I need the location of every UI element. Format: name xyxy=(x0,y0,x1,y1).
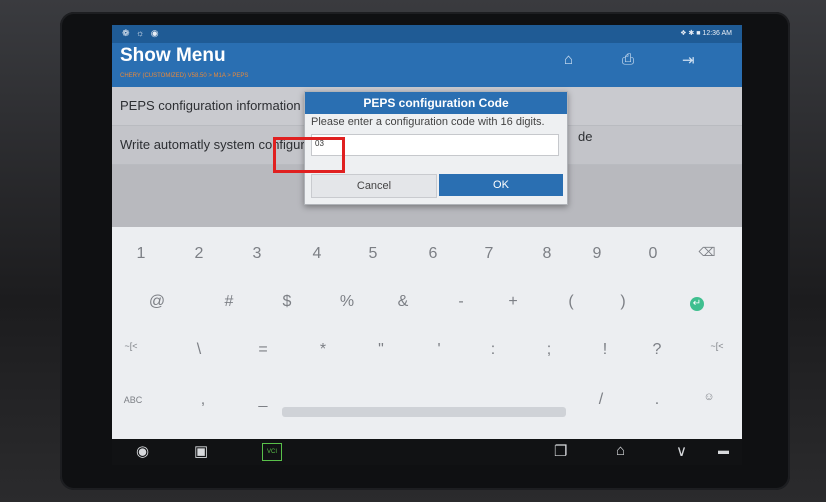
key-underscore[interactable]: _ xyxy=(248,391,278,409)
key-1[interactable]: 1 xyxy=(126,245,156,263)
print-icon[interactable]: ⎙ xyxy=(622,51,634,68)
key-6[interactable]: 6 xyxy=(418,245,448,263)
back-icon[interactable]: ∨ xyxy=(676,442,687,460)
key-percent[interactable]: % xyxy=(332,293,362,311)
key-abc[interactable]: ABC xyxy=(118,395,148,405)
keyboard-row-punct: ~[< \ = * " ' : ; ! ? ~[< xyxy=(112,341,742,381)
enter-glyph: ↵ xyxy=(690,297,704,311)
emoji-icon[interactable]: ☺ xyxy=(694,391,724,403)
key-slash[interactable]: / xyxy=(586,391,616,409)
home-icon[interactable]: ⌂ xyxy=(564,51,573,68)
key-equals[interactable]: = xyxy=(248,341,278,359)
key-exclamation[interactable]: ! xyxy=(590,341,620,359)
dialog-prompt: Please enter a configuration code with 1… xyxy=(311,116,545,128)
key-semicolon[interactable]: ; xyxy=(534,341,564,359)
keyboard-row-bottom: ABC , _ / . ☺ xyxy=(112,391,742,431)
key-close-paren[interactable]: ) xyxy=(608,293,638,311)
exit-icon[interactable]: ⇥ xyxy=(682,51,695,69)
status-icons-right: ❖ ✱ ■ xyxy=(680,30,701,37)
backspace-icon[interactable]: ⌫ xyxy=(692,245,722,259)
recent-apps-icon[interactable]: ❐ xyxy=(554,442,567,460)
key-double-quote[interactable]: " xyxy=(366,341,396,359)
config-code-input[interactable]: 03 xyxy=(311,134,559,156)
gallery-icon[interactable]: ▣ xyxy=(194,442,208,460)
status-right: ❖ ✱ ■ 12:36 AM xyxy=(680,29,732,37)
tablet-screen: ❁ ☼ ◉ ❖ ✱ ■ 12:36 AM Show Menu CHERY (CU… xyxy=(112,25,742,465)
key-at[interactable]: @ xyxy=(142,293,172,311)
space-bar[interactable] xyxy=(282,407,566,417)
key-backslash[interactable]: \ xyxy=(184,341,214,359)
key-minus[interactable]: - xyxy=(446,293,476,311)
key-3[interactable]: 3 xyxy=(242,245,272,263)
android-nav-bar: ◉ ▣ VCI ❐ ⌂ ∨ ▬ xyxy=(112,439,742,465)
key-switch-left[interactable]: ~[< xyxy=(116,341,146,351)
key-5[interactable]: 5 xyxy=(358,245,388,263)
keyboard-row-numbers: 1 2 3 4 5 6 7 8 9 0 ⌫ xyxy=(112,245,742,285)
key-plus[interactable]: + xyxy=(498,293,528,311)
key-colon[interactable]: : xyxy=(478,341,508,359)
key-dollar[interactable]: $ xyxy=(272,293,302,311)
ok-button[interactable]: OK xyxy=(439,174,563,196)
key-hash[interactable]: # xyxy=(214,293,244,311)
cancel-button[interactable]: Cancel xyxy=(311,174,437,198)
key-single-quote[interactable]: ' xyxy=(424,341,454,359)
key-comma[interactable]: , xyxy=(188,391,218,409)
occluded-text: de xyxy=(578,129,593,144)
status-icons-left: ❁ ☼ ◉ xyxy=(122,28,161,38)
key-9[interactable]: 9 xyxy=(582,245,612,263)
dialog-title: PEPS configuration Code xyxy=(305,92,567,114)
soft-keyboard: 1 2 3 4 5 6 7 8 9 0 ⌫ @ # $ % & - + ( ) … xyxy=(112,227,742,439)
key-4[interactable]: 4 xyxy=(302,245,332,263)
app-header: Show Menu CHERY (CUSTOMIZED) V58.50 > M1… xyxy=(112,43,742,87)
status-bar: ❁ ☼ ◉ ❖ ✱ ■ 12:36 AM xyxy=(112,25,742,43)
breadcrumb: CHERY (CUSTOMIZED) V58.50 > M1A > PEPS xyxy=(120,73,249,79)
keyboard-toggle-icon[interactable]: ▬ xyxy=(718,445,729,457)
key-period[interactable]: . xyxy=(642,391,672,409)
key-question[interactable]: ? xyxy=(642,341,672,359)
key-ampersand[interactable]: & xyxy=(388,293,418,311)
app-logo-icon[interactable]: ◉ xyxy=(136,442,149,460)
keyboard-row-symbols: @ # $ % & - + ( ) ↵ xyxy=(112,293,742,333)
enter-icon[interactable]: ↵ xyxy=(682,293,712,311)
key-open-paren[interactable]: ( xyxy=(556,293,586,311)
key-asterisk[interactable]: * xyxy=(308,341,338,359)
key-8[interactable]: 8 xyxy=(532,245,562,263)
page-title: Show Menu xyxy=(120,45,226,66)
key-0[interactable]: 0 xyxy=(638,245,668,263)
key-2[interactable]: 2 xyxy=(184,245,214,263)
key-switch-right[interactable]: ~[< xyxy=(702,341,732,351)
red-highlight-box xyxy=(273,137,345,173)
home-nav-icon[interactable]: ⌂ xyxy=(616,442,625,459)
key-7[interactable]: 7 xyxy=(474,245,504,263)
vci-icon[interactable]: VCI xyxy=(262,443,282,461)
clock: 12:36 AM xyxy=(702,30,732,37)
